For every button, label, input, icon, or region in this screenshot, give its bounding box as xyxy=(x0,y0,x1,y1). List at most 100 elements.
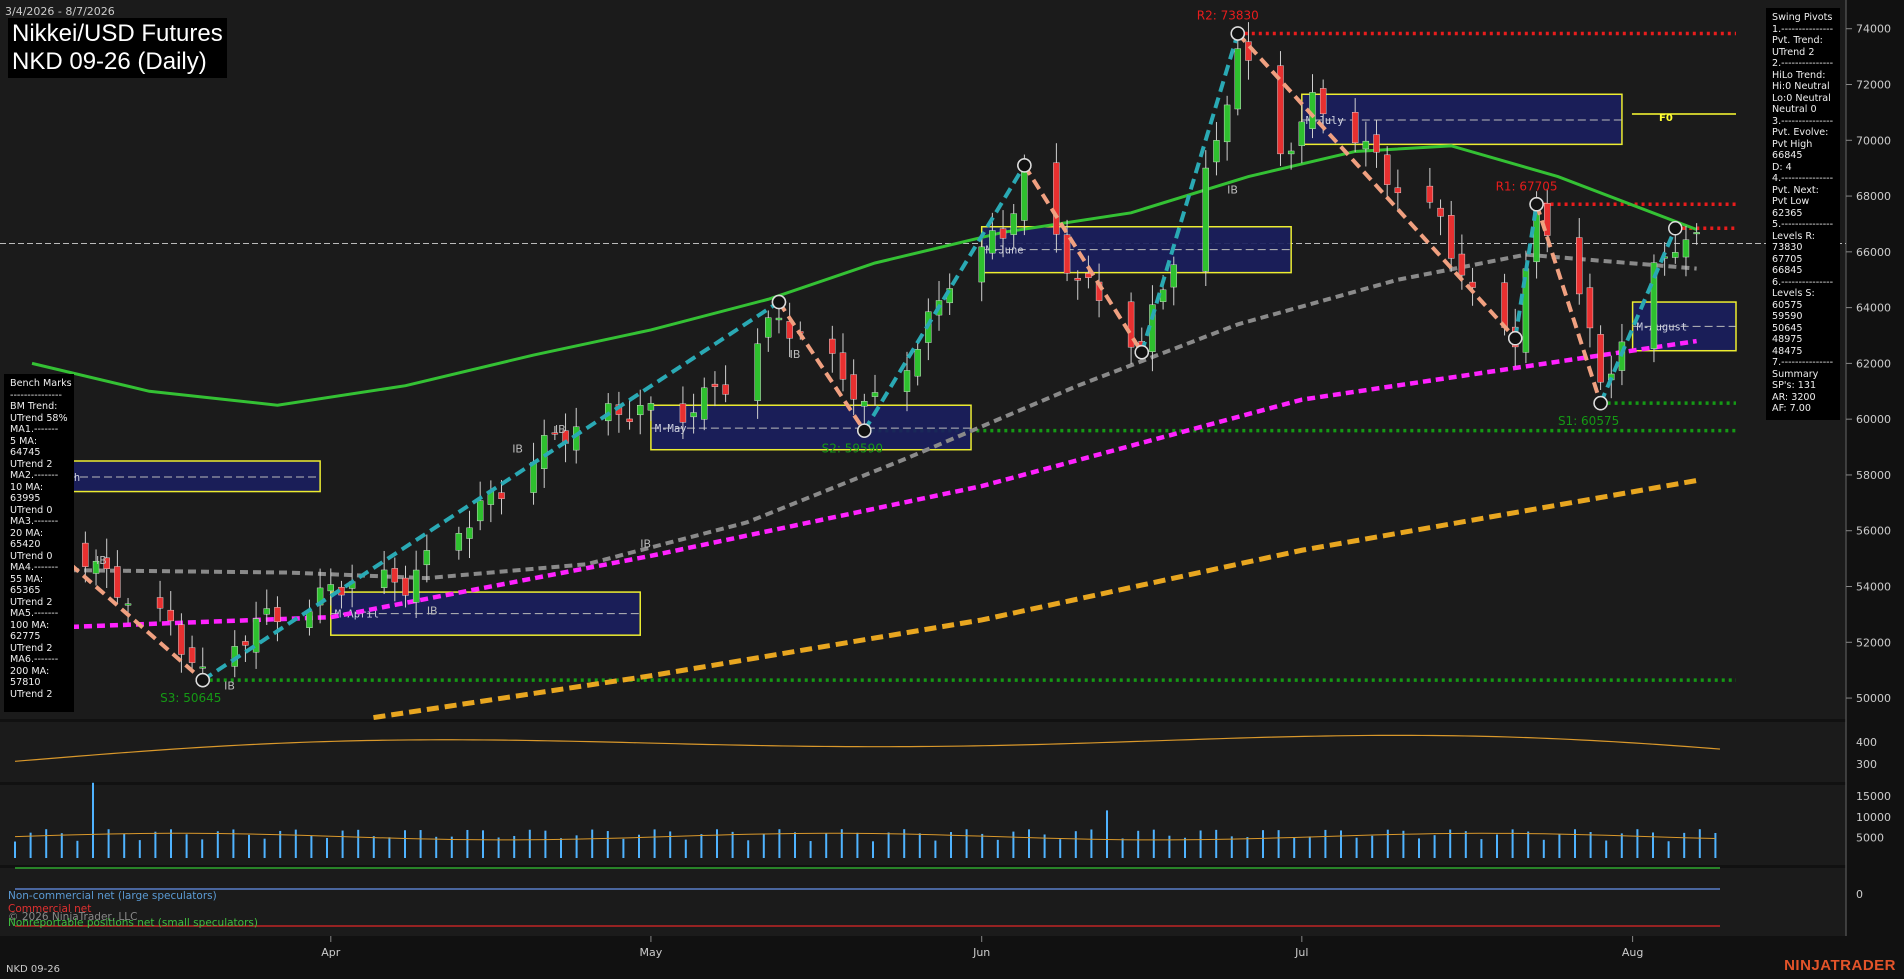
bench-marks-line: 10 MA: xyxy=(10,481,44,493)
candle-body xyxy=(114,566,121,598)
volume-tick-label: 5000 xyxy=(1856,831,1884,844)
candle-body xyxy=(327,584,334,592)
candle-body xyxy=(274,607,281,623)
swing-point-marker xyxy=(1507,331,1523,346)
bench-marks-line: 65420 xyxy=(10,539,41,550)
bench-marks-line: MA4.------- xyxy=(10,562,59,573)
bench-marks-line: MA5.------- xyxy=(10,608,59,619)
candle-body xyxy=(391,568,399,583)
bench-marks-line: 200 MA: xyxy=(10,665,50,677)
bench-marks-line: 100 MA: xyxy=(10,619,50,631)
ib-label: IB xyxy=(790,348,801,361)
candle-body xyxy=(1437,207,1444,217)
cot-nonreportable-label: Nonreportable positions net (small specu… xyxy=(8,917,258,929)
swing-pivots-line: 50645 xyxy=(1772,322,1803,334)
y-tick-label: 74000 xyxy=(1856,23,1891,36)
candle-body xyxy=(1586,287,1594,329)
y-tick-label: 56000 xyxy=(1856,525,1891,538)
pivot-label: R1: 67705 xyxy=(1496,179,1558,193)
swing-pivots-line: 66845 xyxy=(1772,150,1803,161)
bench-marks-line: MA6.------- xyxy=(10,654,59,665)
bench-marks-line: UTrend 0 xyxy=(10,504,53,516)
candle-body xyxy=(466,527,473,539)
instrument-name: Nikkei/USD Futures xyxy=(12,20,223,47)
date-range: 3/4/2026 - 8/7/2026 xyxy=(5,5,115,18)
candle-body xyxy=(1159,289,1167,302)
swing-pivots-line: Pvt High xyxy=(1772,138,1813,150)
swing-pivots-line: Levels R: xyxy=(1772,230,1815,242)
cot-tick-label: 0 xyxy=(1856,888,1863,901)
bench-marks-line: 65365 xyxy=(10,585,41,596)
price-chart[interactable]: M-MarchM-AprilM-MayM-JuneM-JulyM-AugustF… xyxy=(0,0,1904,979)
candle-body xyxy=(1351,112,1359,144)
candle-body xyxy=(999,228,1007,239)
bench-marks-line: 55 MA: xyxy=(10,573,44,585)
candle-body xyxy=(455,533,463,551)
ib-label: IB xyxy=(512,443,523,456)
monthly-range-box xyxy=(650,404,972,451)
candle-body xyxy=(711,383,719,387)
swing-pivots-line: 48475 xyxy=(1772,345,1803,357)
bench-marks-line: UTrend 2 xyxy=(10,688,53,700)
candle-body xyxy=(1063,234,1071,274)
swing-pivots-line: 62365 xyxy=(1772,207,1803,219)
candle-body xyxy=(861,401,868,407)
candle-body xyxy=(188,647,196,663)
candle-body xyxy=(1362,140,1370,150)
ib-label: IB xyxy=(96,554,107,567)
swing-point-marker xyxy=(1529,197,1544,212)
swing-pivots-line: AF: 7.00 xyxy=(1772,403,1811,414)
candle-body xyxy=(380,569,388,588)
swing-pivots-line: AR: 3200 xyxy=(1772,391,1816,403)
candle-body xyxy=(1319,88,1327,115)
swing-pivots-line: Pvt. Next: xyxy=(1772,184,1819,196)
swing-point-marker xyxy=(1017,158,1032,173)
candle-body xyxy=(871,392,879,397)
swing-pivots-line: Pvt Low xyxy=(1772,196,1810,207)
x-tick-label: Jun xyxy=(972,946,990,959)
candle-body xyxy=(637,405,644,416)
candle-body xyxy=(1448,215,1455,259)
atr-panel-bg xyxy=(0,722,1846,782)
candle-body xyxy=(423,550,431,566)
x-tick-label: May xyxy=(640,946,663,959)
candle-body xyxy=(1234,48,1241,110)
pivot-label: S1: 60575 xyxy=(1558,414,1619,428)
ninjatrader-logo: NINJATRADER xyxy=(1784,957,1896,974)
candle-body xyxy=(722,384,729,395)
bench-marks-line: MA2.------- xyxy=(10,470,59,481)
swing-point-marker xyxy=(1230,26,1246,41)
candle-body xyxy=(178,624,185,655)
candle-body xyxy=(1213,140,1220,163)
candle-body xyxy=(1021,167,1028,221)
swing-pivots-line: Swing Pivots xyxy=(1772,12,1833,23)
candle-body xyxy=(1458,253,1466,276)
swing-pivots-line: D: 4 xyxy=(1772,161,1792,173)
bench-marks-line: 62775 xyxy=(10,631,41,642)
candle-body xyxy=(765,317,772,338)
y-tick-label: 72000 xyxy=(1856,79,1891,92)
candle-body xyxy=(412,569,420,603)
swing-pivots-line: 5.--------------- xyxy=(1772,219,1834,230)
candle-body xyxy=(1426,185,1434,203)
y-tick-label: 60000 xyxy=(1856,413,1891,426)
swing-point-marker xyxy=(195,672,210,688)
candle-body xyxy=(156,597,164,609)
candle-body xyxy=(829,338,836,354)
candle-body xyxy=(1394,187,1402,194)
y-tick-label: 52000 xyxy=(1856,636,1891,649)
bench-marks-line: 57810 xyxy=(10,677,41,688)
candle-body xyxy=(1010,213,1017,235)
swing-pivots-line: 59590 xyxy=(1772,311,1803,322)
candle-body xyxy=(903,370,911,392)
candle-body xyxy=(498,492,505,499)
bench-marks-line: 5 MA: xyxy=(10,435,38,447)
swing-pivots-line: 60575 xyxy=(1772,299,1803,311)
candle-body xyxy=(690,412,697,418)
candle-body xyxy=(1223,104,1231,143)
y-tick-label: 70000 xyxy=(1856,134,1891,147)
candle-body xyxy=(1373,134,1380,153)
candle-body xyxy=(1693,232,1700,235)
cot-noncommercial-label: Non-commercial net (large speculators) xyxy=(8,890,217,902)
candle-body xyxy=(1597,334,1604,383)
